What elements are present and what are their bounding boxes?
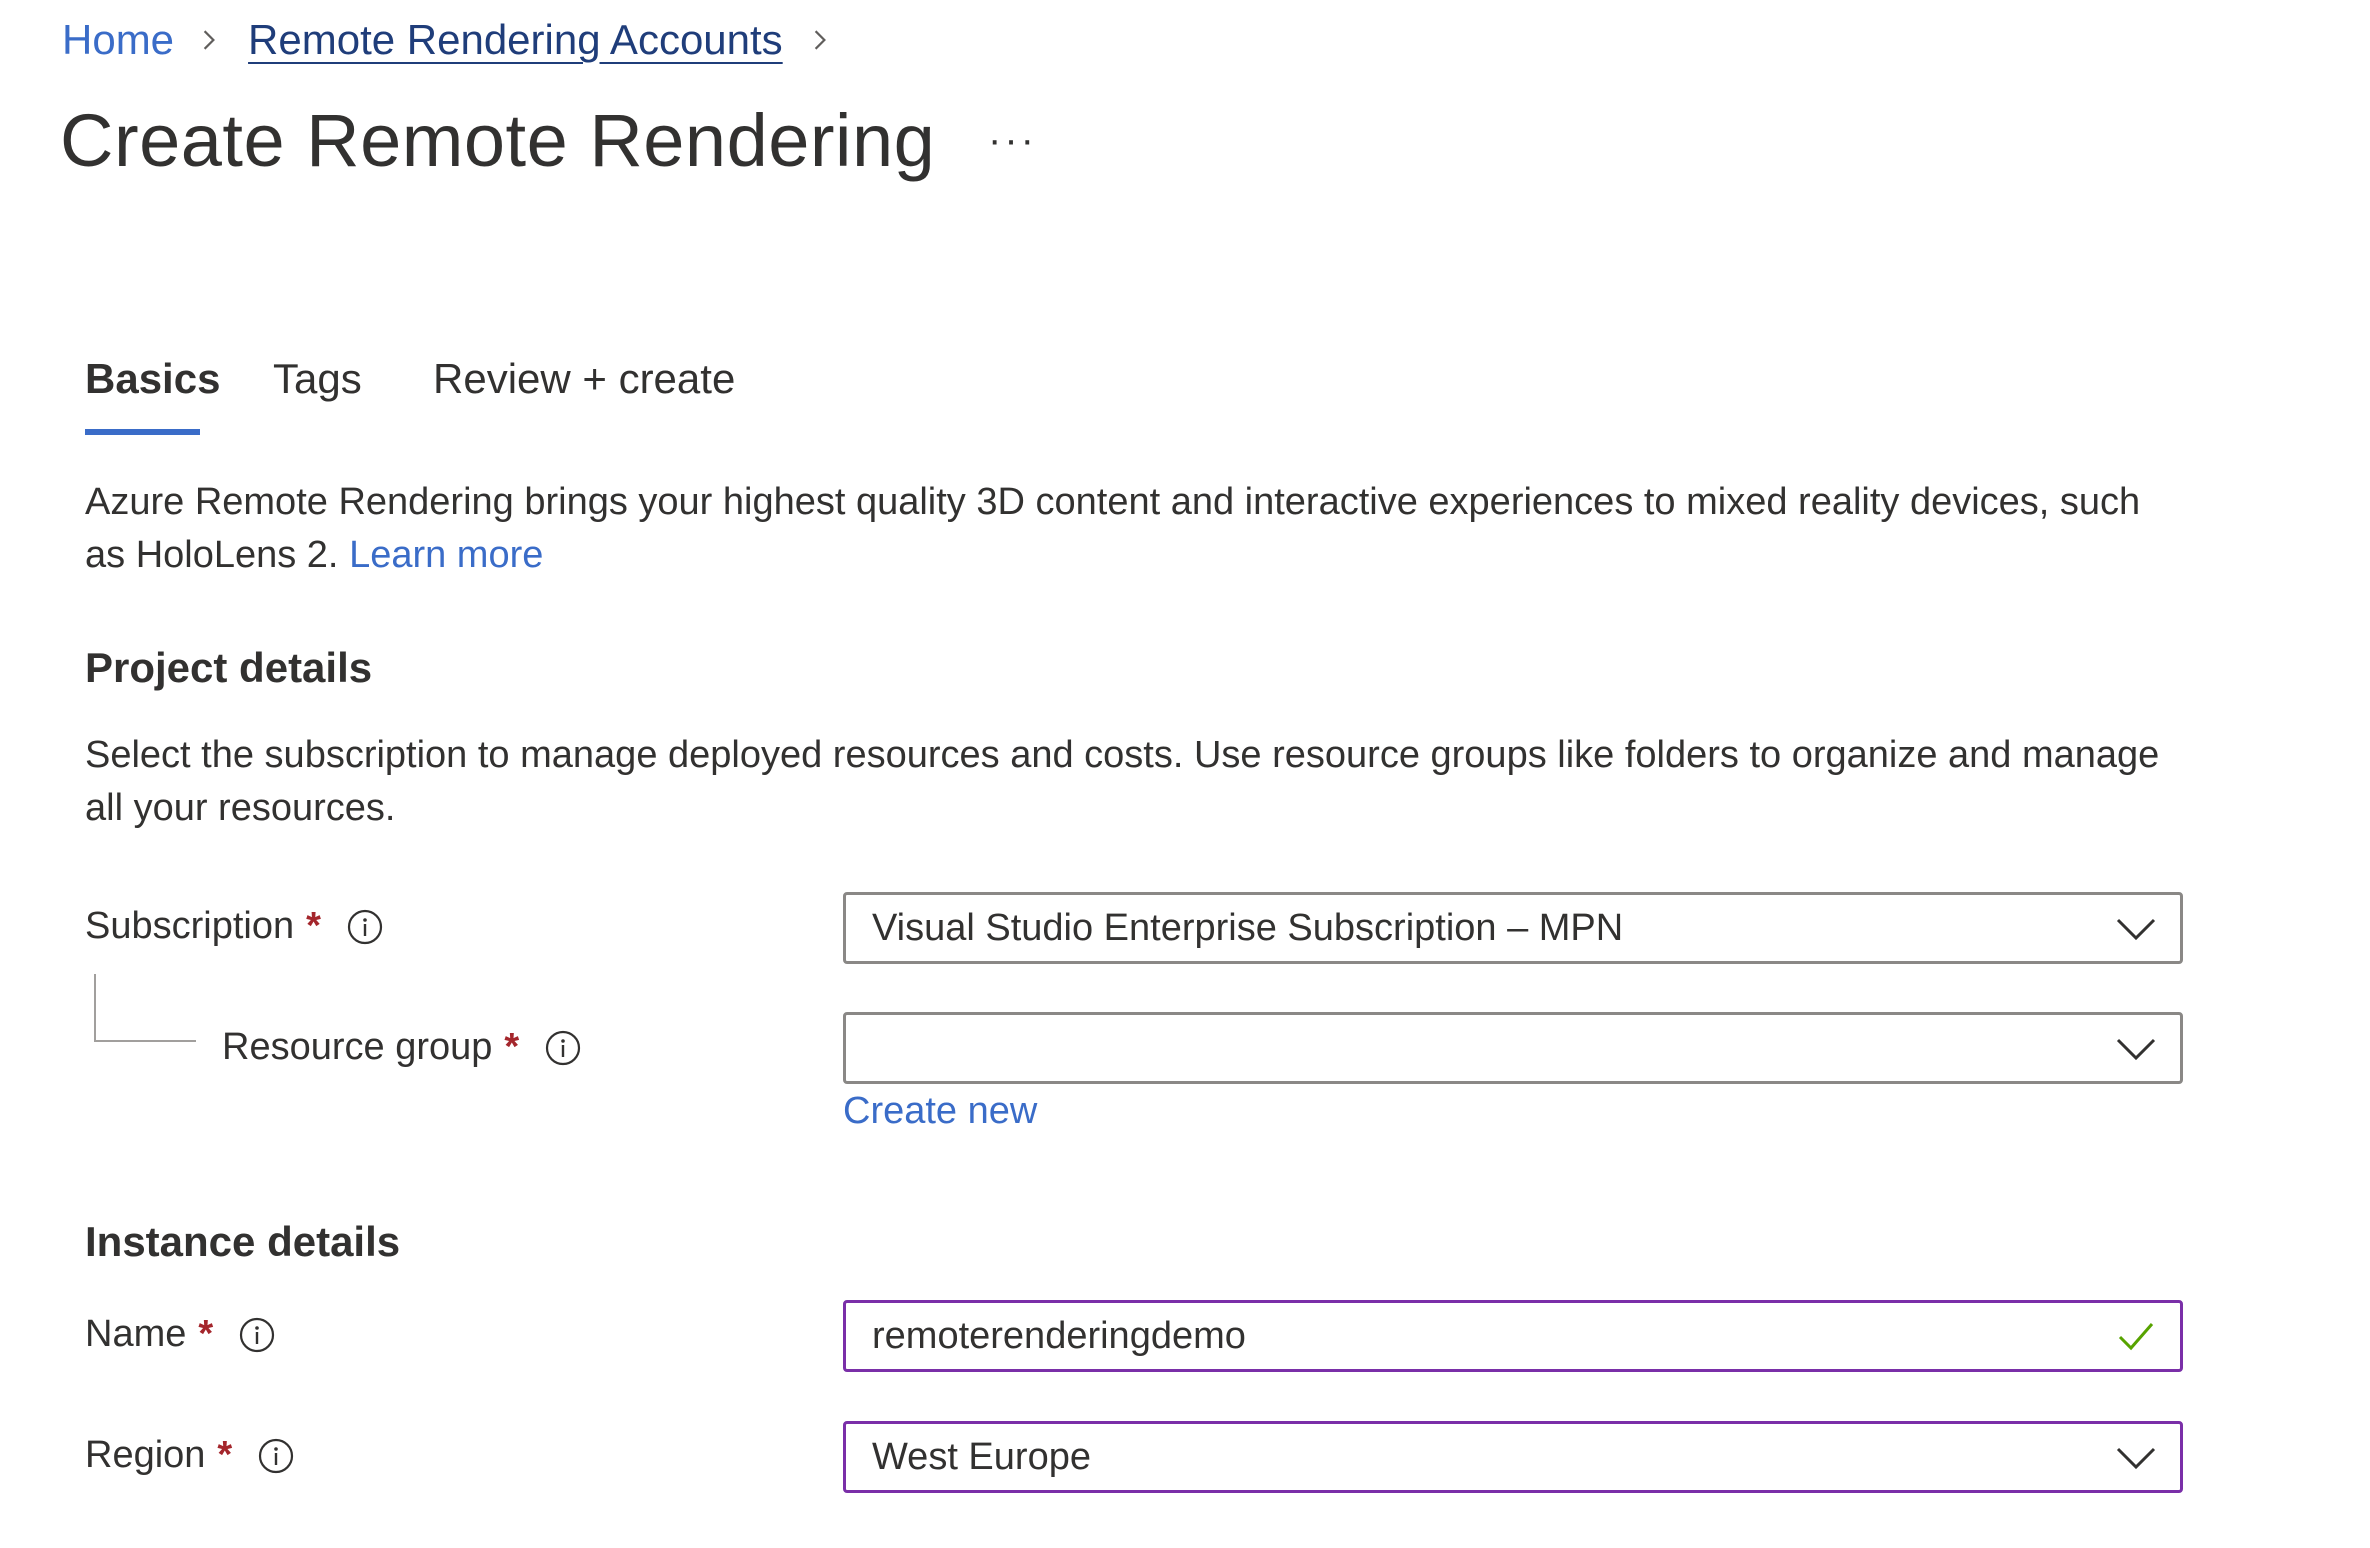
more-options-button[interactable]: ··· bbox=[988, 118, 1037, 163]
intro-text: Azure Remote Rendering brings your highe… bbox=[85, 476, 2185, 582]
chevron-right-icon bbox=[814, 30, 826, 50]
chevron-down-icon bbox=[2116, 1447, 2156, 1470]
checkmark-icon bbox=[2118, 1323, 2154, 1351]
info-icon[interactable] bbox=[258, 1438, 294, 1474]
name-label: Name * bbox=[85, 1313, 275, 1356]
subscription-value: Visual Studio Enterprise Subscription – … bbox=[872, 906, 1624, 949]
region-label-text: Region bbox=[85, 1434, 206, 1476]
breadcrumb-accounts-link[interactable]: Remote Rendering Accounts bbox=[248, 16, 783, 64]
page-title: Create Remote Rendering bbox=[60, 99, 936, 182]
resource-group-label-text: Resource group bbox=[222, 1026, 493, 1068]
chevron-right-icon bbox=[203, 30, 216, 50]
chevron-down-icon bbox=[2116, 918, 2156, 941]
region-value: West Europe bbox=[872, 1435, 1091, 1478]
region-label: Region * bbox=[85, 1434, 294, 1477]
breadcrumb-home-link[interactable]: Home bbox=[62, 16, 174, 64]
info-icon[interactable] bbox=[347, 909, 383, 945]
learn-more-link[interactable]: Learn more bbox=[349, 534, 543, 576]
tab-active-indicator bbox=[85, 429, 200, 435]
tab-review-create[interactable]: Review + create bbox=[433, 355, 735, 403]
project-details-heading: Project details bbox=[85, 644, 373, 691]
subscription-dropdown[interactable]: Visual Studio Enterprise Subscription – … bbox=[843, 892, 2183, 964]
required-marker: * bbox=[217, 1434, 233, 1476]
tab-basics[interactable]: Basics bbox=[85, 355, 220, 403]
chevron-down-icon bbox=[2116, 1038, 2156, 1061]
tab-tags[interactable]: Tags bbox=[273, 355, 362, 403]
resource-group-label: Resource group * bbox=[222, 1026, 581, 1069]
project-details-description: Select the subscription to manage deploy… bbox=[85, 734, 2160, 829]
region-dropdown[interactable]: West Europe bbox=[843, 1421, 2183, 1493]
required-marker: * bbox=[504, 1026, 520, 1068]
subscription-label: Subscription * bbox=[85, 905, 383, 948]
instance-details-heading: Instance details bbox=[85, 1218, 401, 1265]
name-input[interactable]: remoterenderingdemo bbox=[843, 1300, 2183, 1372]
info-icon[interactable] bbox=[239, 1317, 275, 1353]
breadcrumb: Home Remote Rendering Accounts bbox=[62, 16, 831, 64]
subscription-label-text: Subscription bbox=[85, 905, 295, 947]
required-marker: * bbox=[198, 1313, 214, 1355]
required-marker: * bbox=[306, 905, 321, 947]
name-label-text: Name bbox=[85, 1313, 187, 1355]
create-new-link[interactable]: Create new bbox=[843, 1090, 1037, 1133]
hierarchy-connector bbox=[94, 974, 196, 1042]
name-value: remoterenderingdemo bbox=[872, 1314, 1246, 1357]
resource-group-dropdown[interactable] bbox=[843, 1012, 2183, 1084]
info-icon[interactable] bbox=[545, 1030, 581, 1066]
